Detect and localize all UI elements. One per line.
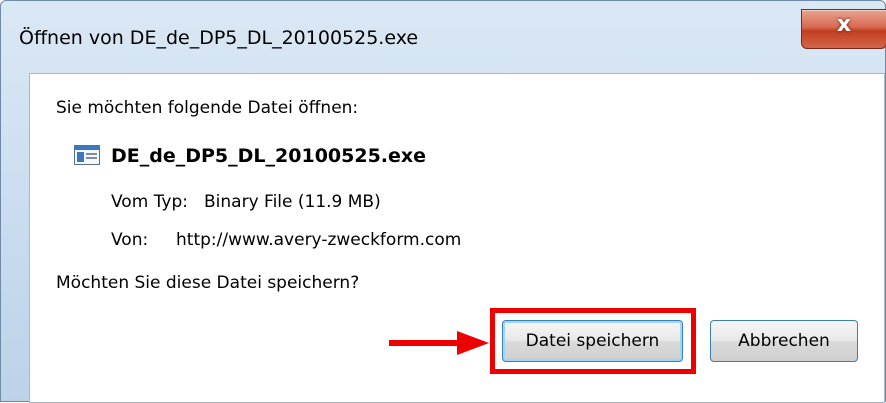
window-title: Öffnen von DE_de_DP5_DL_20100525.exe	[19, 27, 419, 49]
open-file-prompt: Sie möchten folgende Datei öffnen:	[56, 98, 359, 118]
file-type-label: Vom Typ:	[111, 192, 188, 212]
save-question: Möchten Sie diese Datei speichern?	[56, 273, 360, 293]
file-name: DE_de_DP5_DL_20100525.exe	[111, 145, 427, 167]
cancel-button[interactable]: Abbrechen	[710, 320, 858, 362]
file-type-value: Binary File (11.9 MB)	[204, 192, 381, 212]
file-source-value: http://www.avery-zweckform.com	[176, 230, 462, 250]
download-dialog-window: Öffnen von DE_de_DP5_DL_20100525.exe x S…	[0, 0, 886, 403]
file-source-label: Von:	[111, 230, 149, 250]
arrow-right-icon	[389, 331, 489, 355]
close-button[interactable]: x	[801, 9, 886, 49]
exe-file-icon	[74, 145, 100, 165]
title-bar[interactable]: Öffnen von DE_de_DP5_DL_20100525.exe x	[1, 1, 886, 61]
highlight-box	[490, 308, 696, 374]
close-icon: x	[836, 12, 852, 37]
